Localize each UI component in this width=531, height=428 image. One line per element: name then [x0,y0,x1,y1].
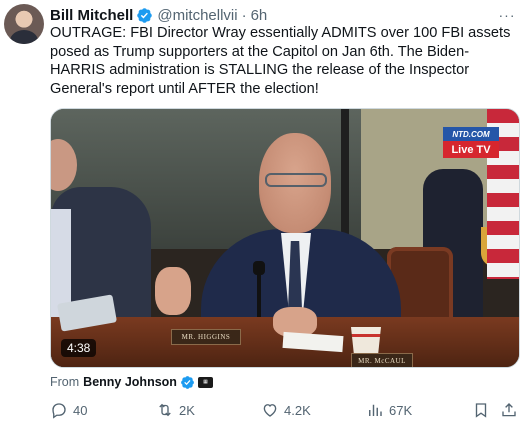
author-name[interactable]: Bill Mitchell [50,7,133,24]
like-button[interactable]: 4.2K [261,400,311,420]
reply-button[interactable]: 40 [50,400,87,420]
speaker-hand-left [155,267,191,315]
ntd-watermark-top: NTD.COM [443,127,499,141]
repost-count: 2K [179,402,195,418]
action-bar: 40 2K 4.2K 67K [50,400,520,420]
share-icon [502,403,516,417]
nameplate-left: MR. HIGGINS [171,329,241,345]
reply-count: 40 [73,402,88,418]
microphone-head [253,261,265,275]
tweet-header: Bill Mitchell @mitchellvii · 6h [50,5,267,25]
ntd-watermark-bottom: Live TV [443,141,499,158]
bookmark-button[interactable] [472,400,490,420]
tweet-timestamp[interactable]: 6h [251,7,268,24]
window-frame [341,109,349,249]
speaker-glasses [265,173,327,187]
attribution-label: From [50,375,80,389]
verified-badge-icon [137,7,153,23]
separator-dot: · [241,6,247,24]
views-button[interactable]: 67K [366,400,412,420]
like-count: 4.2K [284,402,311,418]
repost-button[interactable]: 2K [156,400,195,420]
author-handle[interactable]: @mitchellvii [157,7,237,24]
ntd-watermark: NTD.COM Live TV [443,127,499,159]
affiliate-badge-icon: ▦ [197,376,213,388]
views-count: 67K [389,402,413,418]
attribution-name[interactable]: Benny Johnson [83,375,177,389]
tweet-text: OUTRAGE: FBI Director Wray essentially A… [50,25,511,97]
more-options-icon[interactable]: ··· [497,5,517,25]
reply-icon [52,403,66,419]
media-attribution: From Benny Johnson ▦ [50,372,213,392]
bookmark-icon [475,403,487,418]
author-avatar[interactable] [4,4,44,44]
heart-icon [263,404,277,417]
views-chart-icon [369,404,382,416]
share-button[interactable] [500,400,518,420]
video-player[interactable]: MR. HIGGINS MR. McCAUL NTD.COM Live TV 4… [50,108,520,368]
video-duration-badge: 4:38 [61,339,97,357]
repost-icon [159,403,171,417]
nameplate-right: MR. McCAUL [351,353,413,367]
attribution-verified-badge-icon [181,375,194,389]
